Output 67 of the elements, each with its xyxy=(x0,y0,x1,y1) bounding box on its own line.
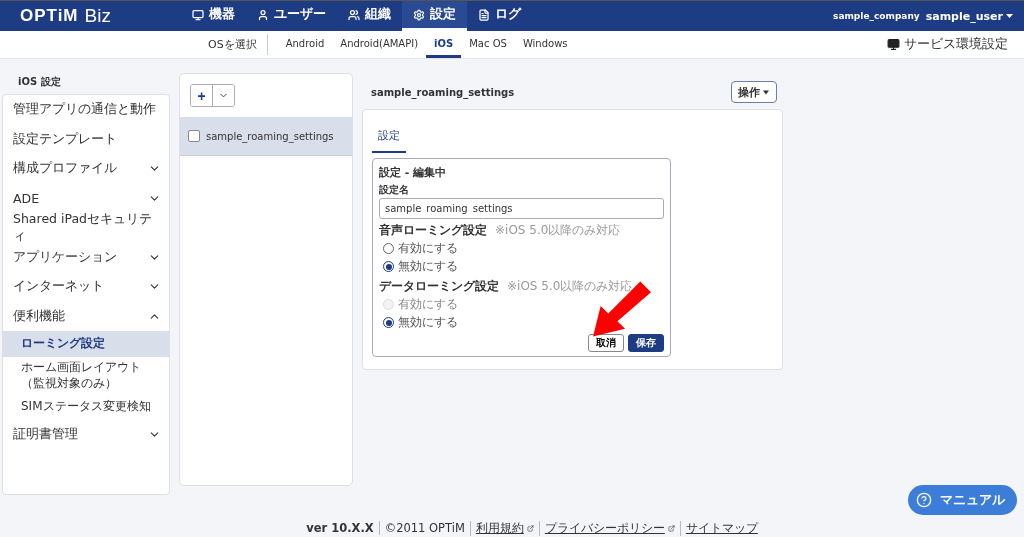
radio-option[interactable]: 無効にする xyxy=(379,314,458,331)
version-text: ver 10.X.X xyxy=(305,521,375,535)
os-select-label: OSを選択 xyxy=(208,34,268,55)
service-settings-link[interactable]: サービス環境設定 xyxy=(887,31,1008,58)
sidebar-item[interactable]: 管理アプリの通信と動作 xyxy=(3,95,169,125)
help-icon xyxy=(916,492,932,508)
nav-tab[interactable]: ユーザー xyxy=(245,1,337,31)
nav-tab[interactable]: 設定 xyxy=(401,1,467,31)
radio-option[interactable]: 有効にする xyxy=(379,240,458,257)
company-name: sample_company xyxy=(833,11,920,21)
group-note: ※iOS 5.0以降のみ対応 xyxy=(507,278,633,295)
sidebar-item[interactable]: アプリケーション xyxy=(3,242,169,272)
sidebar-subitem[interactable]: ローミング設定 xyxy=(3,331,169,357)
sidebar-item[interactable]: 証明書管理 xyxy=(3,420,169,450)
gear-icon xyxy=(412,8,425,21)
sidebar-item[interactable]: 設定テンプレート xyxy=(3,124,169,154)
settings-tab[interactable]: 設定 xyxy=(372,122,406,153)
radio-button[interactable] xyxy=(383,317,394,328)
document-icon xyxy=(477,8,490,21)
logo: OPTiM xyxy=(20,6,79,26)
caret-icon xyxy=(1005,13,1014,19)
external-link-icon xyxy=(667,524,675,532)
os-tab[interactable]: Mac OS xyxy=(461,31,515,58)
form-title: 設定 - 編集中 xyxy=(379,165,447,180)
group-label: データローミング設定 xyxy=(379,278,499,295)
sidebar-subitem[interactable]: ホーム画面レイアウト（監視対象のみ） xyxy=(3,357,169,395)
user-icon xyxy=(256,8,269,21)
checkbox[interactable] xyxy=(188,130,200,142)
users-icon xyxy=(347,8,360,21)
name-input-field[interactable]: sample_roaming_settings xyxy=(379,198,664,219)
action-button[interactable]: 操作 xyxy=(731,81,777,103)
cancel-button[interactable]: 取消 xyxy=(588,334,624,352)
list-item[interactable]: sample_roaming_settings xyxy=(180,117,352,156)
copyright-text: ©2011 OPTiM xyxy=(378,521,470,535)
user-menu[interactable]: sample_user xyxy=(925,9,1014,23)
sidebar-item[interactable]: Shared iPadセキュリティ xyxy=(3,213,169,243)
list-item-label: sample_roaming_settings xyxy=(206,130,334,142)
field-label: 設定名 xyxy=(379,183,409,197)
group-note: ※iOS 5.0以降のみ対応 xyxy=(495,222,621,239)
detail-title: sample_roaming_settings xyxy=(371,86,515,98)
footer-link[interactable]: プライバシーポリシー xyxy=(544,520,665,536)
save-button[interactable]: 保存 xyxy=(628,334,664,352)
sidebar-item[interactable]: 便利機能 xyxy=(3,301,169,331)
os-tab[interactable]: iOS xyxy=(426,31,462,58)
os-tab[interactable]: Windows xyxy=(514,31,576,58)
monitor-icon xyxy=(191,8,204,21)
radio-button[interactable] xyxy=(383,261,394,272)
external-link-icon xyxy=(526,524,534,532)
sidebar-subitem[interactable]: SIMステータス変更検知 xyxy=(3,394,169,421)
os-tab[interactable]: Android(AMAPI) xyxy=(332,31,427,58)
nav-tab[interactable]: ログ xyxy=(466,1,532,31)
logo-suffix: Biz xyxy=(84,5,111,27)
caret-icon xyxy=(762,89,770,95)
monitor-icon xyxy=(887,38,900,51)
manual-button[interactable]: マニュアル xyxy=(908,485,1017,515)
os-tab[interactable]: Android xyxy=(277,31,333,58)
sidebar-item[interactable]: ADE xyxy=(3,183,169,213)
radio-option[interactable]: 無効にする xyxy=(379,258,458,275)
footer-link[interactable]: サイトマップ xyxy=(685,520,758,536)
sidebar-item[interactable]: 構成プロファイル xyxy=(3,154,169,184)
sidebar-title: iOS 設定 xyxy=(17,75,62,89)
nav-tab[interactable]: 機器 xyxy=(180,1,246,31)
radio-button[interactable] xyxy=(383,243,394,254)
footer-link[interactable]: 利用規約 xyxy=(475,520,524,536)
nav-tab[interactable]: 組織 xyxy=(336,1,402,31)
sidebar-item[interactable]: インターネット xyxy=(3,272,169,302)
group-label: 音声ローミング設定 xyxy=(379,222,487,239)
